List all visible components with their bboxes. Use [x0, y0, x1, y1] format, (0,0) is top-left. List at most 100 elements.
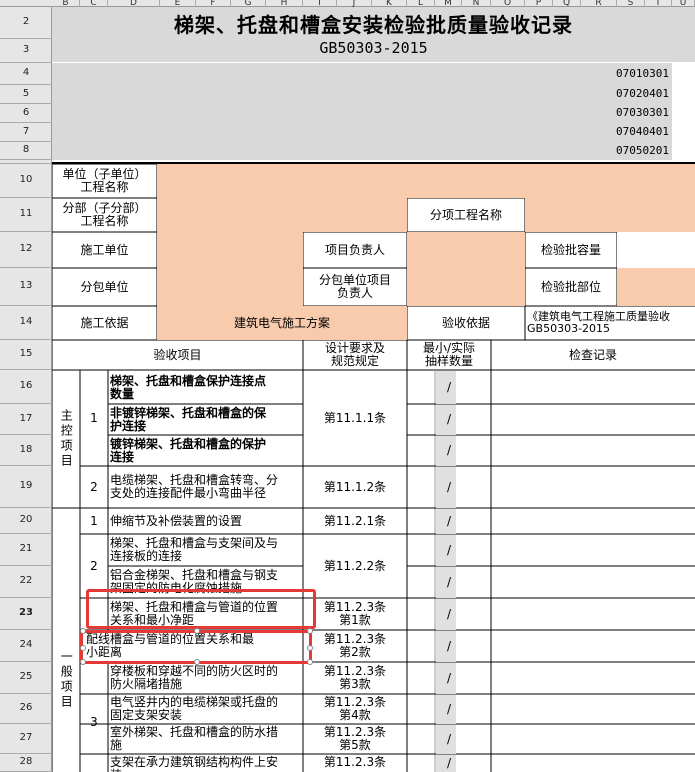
acceptance-basis-label: 验收依据: [441, 315, 490, 330]
column-header-j[interactable]: J: [337, 0, 372, 7]
column-header-b[interactable]: B: [52, 0, 80, 7]
column-header-d[interactable]: D: [108, 0, 160, 7]
code-area: [52, 63, 672, 160]
row-header-24[interactable]: 24: [0, 630, 52, 662]
header-sample: 最小/实际 抽样数量: [422, 341, 476, 368]
row-header-8[interactable]: 8: [0, 142, 52, 160]
lot-capacity-label: 检验批容量: [540, 242, 601, 257]
row-header-21[interactable]: 21: [0, 534, 52, 566]
spreadsheet-window: BCDEFGHIJKLMNOPQRSTU 2345678910111213141…: [0, 0, 695, 772]
highlight-box-row-23: [86, 589, 316, 629]
general-item-3-sub-4-req: 第11.2.3条 第4款: [323, 695, 387, 722]
subcontract-pm-field[interactable]: [407, 268, 525, 306]
row-header-7[interactable]: 7: [0, 123, 52, 142]
column-header-e[interactable]: E: [160, 0, 196, 7]
subitem-label: 分项工程名称: [429, 207, 502, 222]
lot-code-4: 07040401: [616, 125, 669, 139]
column-header-q[interactable]: Q: [553, 0, 581, 7]
resize-handle-bottom-middle[interactable]: [194, 659, 200, 665]
lot-code-2: 07020401: [616, 87, 669, 101]
general-item-1-req: 第11.2.1条: [323, 513, 387, 528]
row-header-11[interactable]: 11: [0, 198, 52, 232]
column-header-u[interactable]: U: [672, 0, 695, 7]
column-header-l[interactable]: L: [407, 0, 435, 7]
column-header-g[interactable]: G: [231, 0, 266, 7]
column-header-r[interactable]: R: [581, 0, 617, 7]
division-label: 分部（子分部） 工程名称: [62, 201, 147, 228]
sample-slash: /: [446, 513, 452, 528]
row-header-10[interactable]: 10: [0, 164, 52, 198]
resize-handle-top-left[interactable]: [80, 628, 86, 634]
lot-location-field[interactable]: [617, 268, 695, 306]
row-header-12[interactable]: 12: [0, 232, 52, 268]
column-header-p[interactable]: P: [525, 0, 553, 7]
main-item-1-sub-2: 非镀锌梯架、托盘和槽盒的保 护连接: [110, 406, 267, 433]
column-header-k[interactable]: K: [372, 0, 407, 7]
general-item-3-no-text: 3: [90, 714, 98, 729]
basis-value[interactable]: 建筑电气施工方案: [157, 306, 407, 340]
row-header-25[interactable]: 25: [0, 662, 52, 694]
resize-handle-bottom-left[interactable]: [80, 659, 86, 665]
row-header-28[interactable]: 28: [0, 754, 52, 772]
main-item-2-no: 2: [90, 479, 98, 494]
column-header-c[interactable]: C: [80, 0, 108, 7]
sample-slash: /: [446, 542, 452, 557]
row-header-26[interactable]: 26: [0, 694, 52, 724]
resize-handle-top-middle[interactable]: [194, 628, 200, 634]
row-header-5[interactable]: 5: [0, 85, 52, 104]
column-header-t[interactable]: T: [645, 0, 672, 7]
lot-capacity-field[interactable]: [617, 232, 695, 268]
lot-code-5: 07050201: [616, 144, 669, 158]
row-header-4[interactable]: 4: [0, 63, 52, 85]
unit-name-field[interactable]: [157, 164, 695, 198]
row-header-2[interactable]: 2: [0, 7, 52, 39]
row-header-6[interactable]: 6: [0, 104, 52, 123]
sample-slash: /: [446, 379, 452, 394]
subcontract-pm-label: 分包单位项目 负责人: [318, 273, 391, 300]
row-header-19[interactable]: 19: [0, 466, 52, 508]
column-header-s[interactable]: S: [617, 0, 645, 7]
general-item-3-sub-6: 支架在承力建筑钢结构构件上安 装: [110, 755, 279, 772]
resize-handle-bottom-right[interactable]: [307, 659, 313, 665]
row-header-22[interactable]: 22: [0, 566, 52, 598]
lot-location-label: 检验批部位: [540, 279, 601, 294]
row-header-18[interactable]: 18: [0, 435, 52, 466]
general-item-2-sub-1: 梯架、托盘和槽盒与支架间及与 连接板的连接: [110, 536, 279, 563]
resize-handle-middle-right[interactable]: [307, 645, 313, 651]
acceptance-basis-value[interactable]: 《建筑电气工程施工质量验收 GB50303-2015: [525, 306, 695, 340]
general-item-1-no: 1: [90, 513, 98, 528]
row-header-3[interactable]: 3: [0, 39, 52, 63]
row-header-16[interactable]: 16: [0, 370, 52, 404]
row-header-20[interactable]: 20: [0, 508, 52, 534]
construction-unit-field[interactable]: [157, 232, 303, 268]
main-item-2-req: 第11.1.2条: [323, 479, 387, 494]
division-field[interactable]: [157, 198, 407, 232]
row-header-27[interactable]: 27: [0, 724, 52, 754]
subitem-field[interactable]: [525, 198, 695, 232]
lot-code-1: 07010301: [616, 67, 669, 81]
row-header-13[interactable]: 13: [0, 268, 52, 306]
sample-slash: /: [446, 574, 452, 589]
column-header-n[interactable]: N: [462, 0, 491, 7]
column-header-h[interactable]: H: [266, 0, 303, 7]
general-item-3-sub-2-req: 第11.2.3条 第2款: [323, 632, 387, 659]
general-item-3-sub-3: 穿楼板和穿越不同的防火区时的 防火隔堵措施: [110, 664, 279, 691]
column-header-i[interactable]: I: [303, 0, 337, 7]
subcontract-unit-field[interactable]: [157, 268, 303, 306]
row-header-17[interactable]: 17: [0, 404, 52, 435]
row-header-23[interactable]: 23: [0, 598, 52, 630]
project-manager-field[interactable]: [407, 232, 525, 268]
resize-handle-top-right[interactable]: [307, 628, 313, 634]
sample-slash: /: [446, 670, 452, 685]
column-header-m[interactable]: M: [435, 0, 462, 7]
construction-unit-label: 施工单位: [80, 242, 129, 257]
column-header-f[interactable]: F: [196, 0, 231, 7]
column-header-o[interactable]: O: [491, 0, 525, 7]
resize-handle-middle-left[interactable]: [80, 645, 86, 651]
general-item-1-text: 伸缩节及补偿装置的设置: [110, 513, 243, 528]
row-header-15[interactable]: 15: [0, 340, 52, 370]
standard-code: GB50303-2015: [319, 39, 428, 58]
sample-slash: /: [446, 731, 452, 746]
sample-slash: /: [446, 638, 452, 653]
row-header-14[interactable]: 14: [0, 306, 52, 340]
